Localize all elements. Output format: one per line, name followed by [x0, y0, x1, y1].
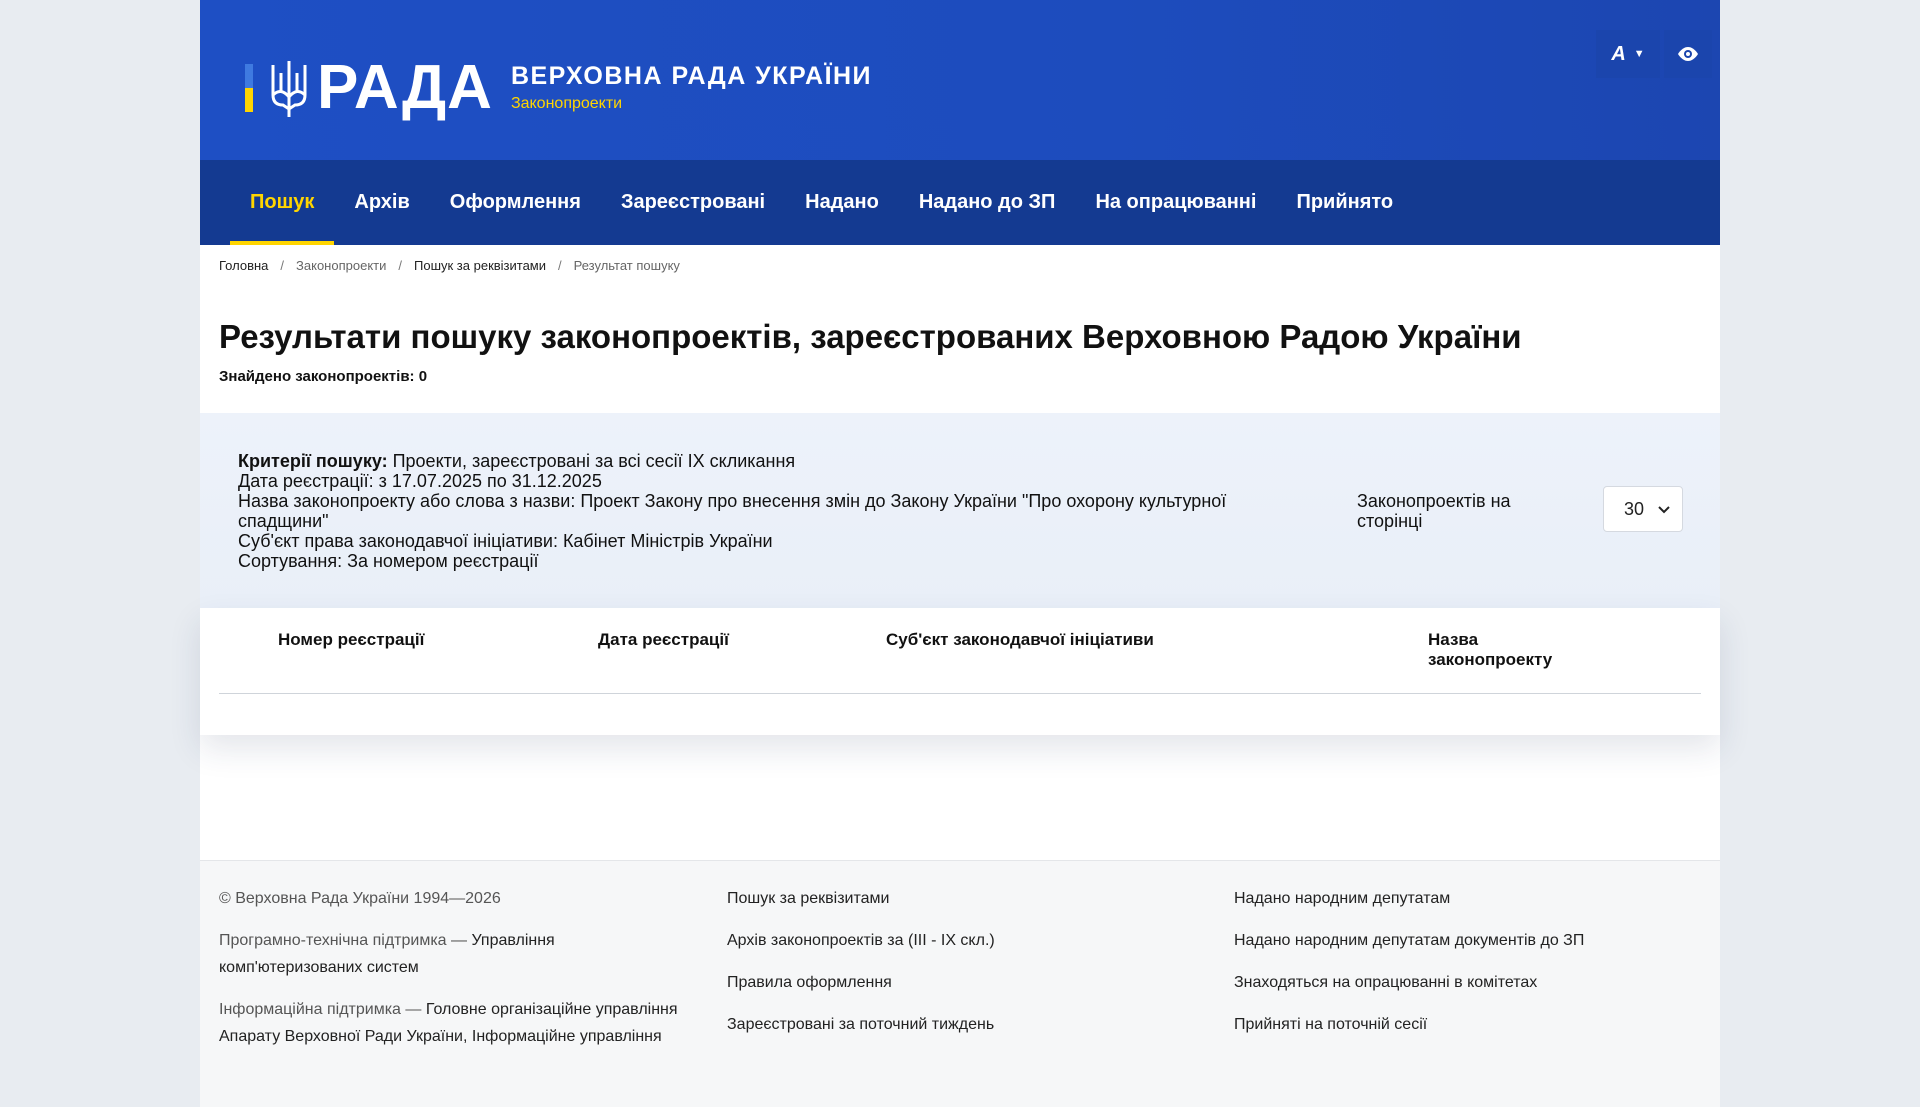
trident-icon — [271, 61, 307, 117]
main-nav: Пошук Архів Оформлення Зареєстровані Над… — [200, 160, 1720, 245]
search-criteria-panel: Критерії пошуку: Проекти, зареєстровані … — [200, 413, 1720, 608]
breadcrumb: Головна / Законопроекти / Пошук за рекві… — [219, 258, 680, 273]
font-size-label: A — [1611, 42, 1626, 65]
nav-item-registered[interactable]: Зареєстровані — [601, 160, 785, 245]
breadcrumb-separator: / — [398, 258, 402, 273]
header-tools: A ▼ — [1596, 30, 1712, 78]
footer-link-archive[interactable]: Архів законопроектів за (III - IX скл.) — [727, 927, 1187, 954]
results-table: Номер реєстрації Дата реєстрації Суб'єкт… — [200, 608, 1720, 735]
results-count: Знайдено законопроектів: 0 — [219, 368, 428, 385]
footer-link-provided[interactable]: Надано народним депутатам — [1234, 885, 1694, 912]
criteria-title: Назва законопроекту або слова з назви: П… — [238, 491, 1227, 531]
table-header: Номер реєстрації Дата реєстрації Суб'єкт… — [219, 608, 1701, 694]
footer-link-rules[interactable]: Правила оформлення — [727, 969, 1187, 996]
footer-col-links-2: Надано народним депутатам Надано народни… — [1234, 885, 1694, 1053]
footer-link-committees[interactable]: Знаходяться на опрацюванні в комітетах — [1234, 969, 1694, 996]
page: РАДА ВЕРХОВНА РАДА УКРАЇНИ Законопроекти… — [200, 0, 1720, 1107]
per-page-value: 30 — [1624, 498, 1645, 519]
site-subtitle: Законопроекти — [510, 95, 623, 112]
page-title: Результати пошуку законопроектів, зареєс… — [219, 318, 1522, 355]
breadcrumb-separator: / — [558, 258, 562, 273]
criteria-subject: Суб'єкт права законодавчої ініціативи: К… — [238, 531, 773, 551]
per-page-label: Законопроектів на сторінці — [1357, 491, 1511, 531]
footer-link-registered-week[interactable]: Зареєстровані за поточний тиждень — [727, 1011, 1187, 1038]
footer-col-links-1: Пошук за реквізитами Архів законопроекті… — [727, 885, 1187, 1053]
breadcrumb-bills[interactable]: Законопроекти — [296, 258, 386, 273]
nav-item-adopted[interactable]: Прийнято — [1276, 160, 1413, 245]
nav-item-formatting[interactable]: Оформлення — [430, 160, 601, 245]
footer-tech-label: Програмно-технічна підтримка — — [219, 932, 472, 949]
criteria-text: Критерії пошуку: Проекти, зареєстровані … — [238, 451, 1283, 571]
chevron-down-icon: ▼ — [1633, 48, 1645, 60]
criteria-date: Дата реєстрації: з 17.07.2025 по 31.12.2… — [238, 471, 602, 491]
breadcrumb-search[interactable]: Пошук за реквізитами — [414, 258, 546, 273]
nav-item-provided-zp[interactable]: Надано до ЗП — [899, 160, 1076, 245]
column-header-subject[interactable]: Суб'єкт законодавчої ініціативи — [886, 630, 1216, 650]
nav-item-search[interactable]: Пошук — [230, 160, 335, 245]
breadcrumb-separator: / — [280, 258, 285, 273]
site-header: РАДА ВЕРХОВНА РАДА УКРАЇНИ Законопроекти… — [200, 0, 1720, 160]
eye-icon — [1678, 47, 1698, 61]
footer-link-provided-zp[interactable]: Надано народним депутатам документів до … — [1234, 927, 1694, 954]
footer-info-label: Інформаційна підтримка — — [219, 1001, 426, 1018]
criteria-sorting: Сортування: За номером реєстрації — [238, 551, 539, 571]
breadcrumb-home[interactable]: Головна — [219, 258, 268, 273]
criteria-line-1: Критерії пошуку: Проекти, зареєстровані … — [238, 451, 1283, 471]
column-header-reg-date[interactable]: Дата реєстрації — [598, 630, 798, 650]
nav-item-provided[interactable]: Надано — [785, 160, 899, 245]
site-footer: © Верховна Рада України 1994—2026 Програ… — [200, 860, 1720, 1107]
flag-icon — [245, 64, 253, 112]
footer-link-search[interactable]: Пошук за реквізитами — [727, 885, 1187, 912]
footer-col-info: © Верховна Рада України 1994—2026 Програ… — [219, 885, 699, 1065]
nav-item-in-progress[interactable]: На опрацюванні — [1075, 160, 1276, 245]
footer-tech-support: Програмно-технічна підтримка — Управлінн… — [219, 927, 699, 981]
chevron-down-icon — [1658, 506, 1670, 514]
criteria-value: Проекти, зареєстровані за всі сесії IX с… — [387, 451, 796, 471]
accessibility-button[interactable] — [1664, 30, 1712, 78]
per-page-select[interactable]: 30 — [1603, 486, 1683, 532]
column-header-reg-number[interactable]: Номер реєстрації — [278, 630, 478, 650]
footer-info-support: Інформаційна підтримка — Головне організ… — [219, 996, 699, 1050]
column-header-title[interactable]: Назва законопроекту — [1428, 630, 1578, 670]
breadcrumb-current: Результат пошуку — [573, 258, 680, 273]
font-size-button[interactable]: A ▼ — [1596, 30, 1660, 78]
brand-wordmark: РАДА — [317, 53, 493, 122]
footer-copyright: © Верховна Рада України 1994—2026 — [219, 890, 501, 907]
nav-item-archive[interactable]: Архів — [334, 160, 429, 245]
criteria-label: Критерії пошуку: — [238, 451, 388, 471]
site-title: ВЕРХОВНА РАДА УКРАЇНИ — [510, 62, 873, 90]
footer-link-adopted[interactable]: Прийняті на поточній сесії — [1234, 1011, 1694, 1038]
site-logo[interactable]: РАДА ВЕРХОВНА РАДА УКРАЇНИ Законопроекти — [245, 57, 872, 119]
